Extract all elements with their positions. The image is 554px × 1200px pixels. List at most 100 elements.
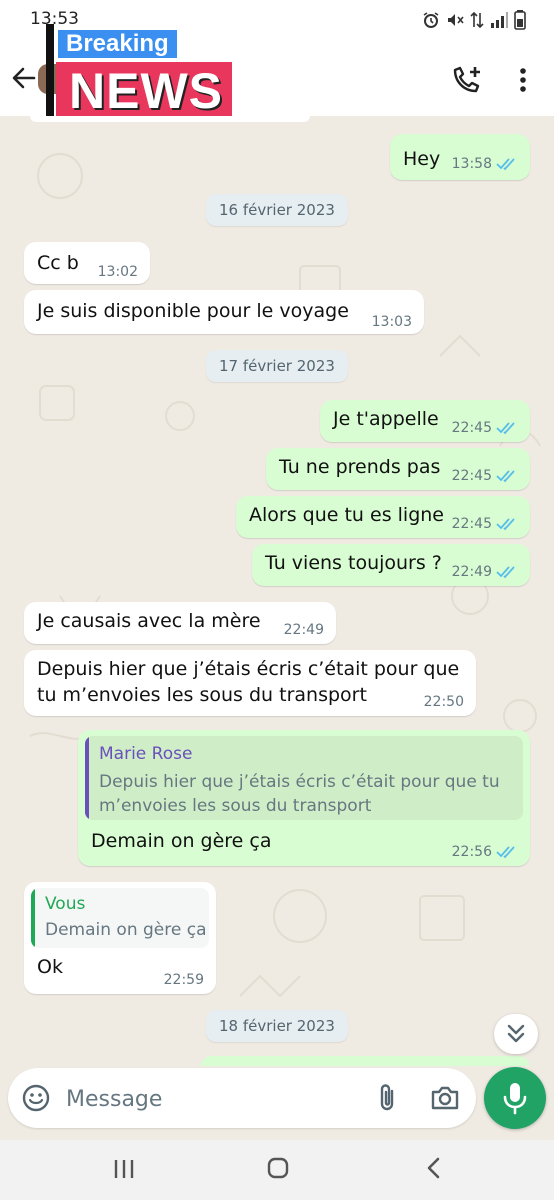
message-meta: 22:49	[284, 622, 324, 638]
message-time: 22:45	[451, 516, 492, 532]
message-time: 22:45	[451, 468, 492, 484]
home-button[interactable]	[266, 1156, 290, 1180]
sticker-breaking-label: Breaking	[56, 28, 179, 60]
date-separator: 18 février 2023	[206, 1010, 348, 1042]
message-text: Depuis hier que j’étais écris c’était po…	[37, 658, 460, 706]
sticker-bar	[46, 24, 54, 122]
message-incoming[interactable]: Cc b 13:02	[24, 242, 150, 284]
message-text: Hey	[403, 148, 441, 170]
message-meta: 22:49	[452, 564, 518, 580]
message-composer	[0, 1056, 554, 1140]
chat-area[interactable]: Hey 13:58 16 février 2023 Cc b 13:02 Je …	[0, 116, 554, 1066]
message-outgoing[interactable]: Alors que tu es ligne 22:45	[236, 496, 530, 538]
message-time: 22:49	[283, 622, 324, 638]
message-incoming[interactable]: Je suis disponible pour le voyage 13:03	[24, 290, 424, 334]
read-ticks-icon	[496, 158, 515, 171]
back-button[interactable]	[8, 62, 40, 94]
previous-message-tail	[30, 116, 310, 122]
breaking-news-sticker: Breaking NEWS	[46, 24, 236, 124]
recent-apps-button[interactable]	[112, 1158, 136, 1180]
message-time: 13:02	[97, 264, 138, 280]
message-text: Alors que tu es ligne	[249, 504, 444, 526]
status-icons	[422, 10, 526, 30]
quoted-message[interactable]: Marie Rose Depuis hier que j’étais écris…	[85, 736, 523, 820]
quote-text: Demain on gère ça	[45, 920, 207, 940]
message-meta: 22:45	[452, 468, 518, 484]
more-options-button[interactable]	[514, 66, 532, 94]
message-meta: 22:50	[424, 694, 464, 710]
message-text: Je causais avec la mère	[37, 610, 261, 632]
message-meta: 22:56	[452, 844, 518, 860]
read-ticks-icon	[496, 518, 515, 531]
date-separator: 16 février 2023	[206, 194, 348, 226]
message-text: Tu viens toujours ?	[265, 552, 442, 574]
add-call-icon	[453, 66, 480, 93]
quote-author: Marie Rose	[99, 744, 193, 764]
message-time: 13:58	[451, 156, 492, 172]
read-ticks-icon	[496, 566, 515, 579]
quote-bar	[85, 736, 89, 820]
message-text: Je suis disponible pour le voyage	[37, 300, 349, 322]
emoji-button[interactable]	[22, 1084, 50, 1112]
message-meta: 13:02	[98, 264, 138, 280]
message-outgoing[interactable]: Tu viens toujours ? 22:49	[252, 544, 530, 586]
message-time: 22:49	[451, 564, 492, 580]
nav-back-icon	[427, 1157, 440, 1179]
recent-apps-icon	[114, 1160, 134, 1178]
read-ticks-icon	[496, 846, 515, 859]
message-input-container[interactable]	[8, 1068, 476, 1128]
data-icon	[470, 11, 484, 29]
message-outgoing[interactable]: Je t'appelle 22:45	[320, 400, 530, 442]
quote-author: Vous	[45, 894, 86, 914]
message-text: Cc b	[37, 252, 79, 274]
message-time: 22:50	[423, 694, 464, 710]
message-input[interactable]	[64, 1078, 368, 1120]
emoji-icon	[22, 1084, 50, 1112]
add-call-button[interactable]	[450, 64, 484, 96]
chevron-double-down-icon	[507, 1024, 525, 1043]
message-meta: 22:45	[452, 420, 518, 436]
message-outgoing[interactable]: Hey 13:58	[390, 134, 530, 180]
system-nav-bar	[0, 1140, 554, 1200]
message-incoming[interactable]: Depuis hier que j’étais écris c’était po…	[24, 650, 476, 716]
quote-text: Depuis hier que j’étais écris c’était po…	[99, 772, 500, 816]
voice-message-button[interactable]	[484, 1067, 546, 1129]
attach-button[interactable]	[374, 1083, 402, 1113]
message-time: 22:45	[451, 420, 492, 436]
message-text: Je t'appelle	[333, 408, 439, 430]
back-arrow-icon	[12, 67, 36, 89]
mic-icon	[503, 1083, 527, 1115]
nav-back-button[interactable]	[424, 1156, 444, 1180]
message-time: 22:56	[451, 844, 492, 860]
home-icon	[267, 1157, 289, 1179]
message-incoming[interactable]: Je causais avec la mère 22:49	[24, 602, 336, 644]
message-text: Tu ne prends pas	[279, 456, 441, 478]
message-meta: 22:45	[452, 516, 518, 532]
quote-bar	[31, 888, 35, 948]
mute-icon	[448, 14, 464, 26]
message-meta: 13:58	[452, 156, 518, 172]
battery-icon	[514, 10, 526, 30]
message-meta: 13:03	[372, 314, 412, 330]
message-time: 22:59	[163, 972, 204, 988]
message-outgoing[interactable]: Tu ne prends pas 22:45	[266, 448, 530, 490]
quoted-message[interactable]: Vous Demain on gère ça	[31, 888, 209, 948]
read-ticks-icon	[496, 422, 515, 435]
camera-button[interactable]	[430, 1084, 460, 1112]
message-outgoing-reply[interactable]: Marie Rose Depuis hier que j’étais écris…	[78, 730, 530, 866]
message-meta: 22:59	[164, 972, 204, 988]
read-ticks-icon	[496, 470, 515, 483]
signal-icon	[491, 12, 508, 28]
message-text: Ok	[37, 956, 63, 978]
camera-icon	[431, 1086, 459, 1110]
scroll-to-bottom-button[interactable]	[494, 1014, 538, 1054]
message-incoming-reply[interactable]: Vous Demain on gère ça Ok 22:59	[24, 882, 216, 994]
message-time: 13:03	[371, 314, 412, 330]
chat-header: Breaking NEWS	[0, 24, 554, 122]
attach-icon	[380, 1084, 394, 1111]
alarm-icon	[423, 12, 439, 28]
more-vert-icon	[520, 68, 526, 92]
message-text: Demain on gère ça	[91, 830, 272, 852]
date-separator: 17 février 2023	[206, 350, 348, 382]
sticker-news-label: NEWS	[69, 63, 223, 119]
